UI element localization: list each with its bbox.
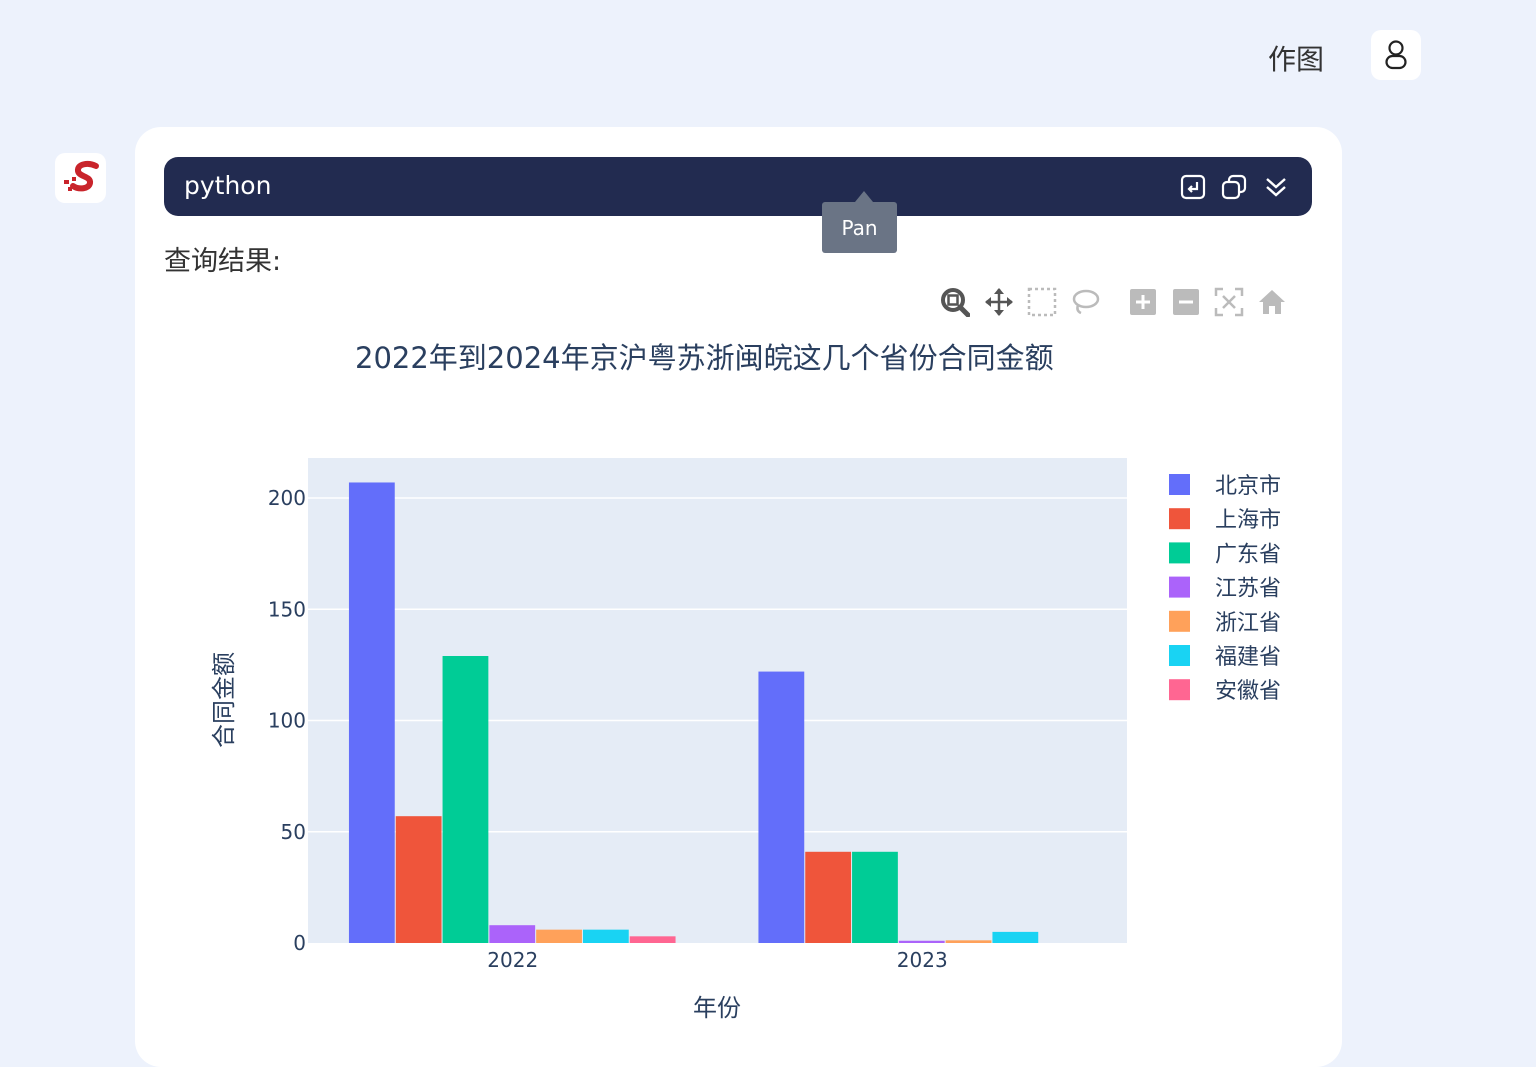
legend-label: 广东省 (1215, 542, 1281, 567)
legend-swatch (1169, 474, 1190, 495)
zoom-out-icon (1173, 289, 1199, 315)
bar (348, 482, 395, 943)
y-tick-label: 50 (281, 820, 306, 844)
bar (992, 931, 1039, 943)
legend-swatch (1169, 645, 1190, 666)
bar (629, 936, 676, 943)
legend-label: 上海市 (1215, 508, 1281, 533)
bar (805, 851, 852, 943)
bar (395, 816, 442, 943)
home-icon (1259, 290, 1285, 314)
tooltip-arrow (855, 191, 873, 202)
legend-swatch (1169, 542, 1190, 564)
bar (945, 940, 992, 943)
bar (536, 929, 582, 943)
legend-label: 浙江省 (1215, 611, 1281, 636)
y-tick-label: 100 (268, 709, 306, 733)
bar (758, 671, 805, 943)
x-tick-label: 2023 (897, 948, 948, 972)
legend-label: 江苏省 (1215, 577, 1281, 602)
legend-label: 福建省 (1215, 645, 1281, 670)
bar (489, 925, 536, 943)
bar (898, 940, 945, 943)
lasso-select-icon (1072, 289, 1100, 315)
lasso-select-button[interactable] (1070, 287, 1100, 317)
autoscale-button[interactable] (1214, 287, 1244, 317)
zoom-in-icon (1130, 289, 1156, 315)
autoscale-icon (1214, 287, 1244, 317)
legend-swatch (1169, 508, 1190, 530)
pan-tooltip: Pan (822, 202, 897, 253)
x-axis-title: 年份 (693, 994, 741, 1022)
bar-chart: 2022年到2024年京沪粤苏浙闽皖这几个省份合同金额 0 50 100 150 200… (210, 341, 1281, 1022)
legend-label: 安徽省 (1215, 679, 1281, 704)
y-tick-label: 200 (268, 486, 306, 510)
bar (442, 656, 489, 943)
pan-icon (985, 288, 1013, 316)
legend-swatch (1169, 610, 1190, 632)
legend-swatch (1169, 576, 1190, 598)
y-axis-title: 合同金额 (210, 652, 238, 748)
pan-button[interactable] (984, 287, 1014, 317)
legend-swatch (1169, 679, 1190, 701)
zoom-icon (941, 288, 971, 318)
box-select-icon (1027, 287, 1057, 317)
reset-axes-button[interactable] (1257, 287, 1287, 317)
zoom-out-button[interactable] (1171, 287, 1201, 317)
x-tick-label: 2022 (487, 948, 538, 972)
y-tick-label: 0 (293, 931, 306, 955)
y-tick-label: 150 (268, 597, 306, 621)
zoom-button[interactable] (940, 287, 971, 318)
bar (852, 851, 898, 943)
zoom-in-button[interactable] (1128, 287, 1158, 317)
box-select-button[interactable] (1027, 287, 1057, 317)
chart-title: 2022年到2024年京沪粤苏浙闽皖这几个省份合同金额 (355, 341, 1054, 375)
bar (582, 929, 629, 943)
legend-label: 北京市 (1215, 474, 1281, 499)
